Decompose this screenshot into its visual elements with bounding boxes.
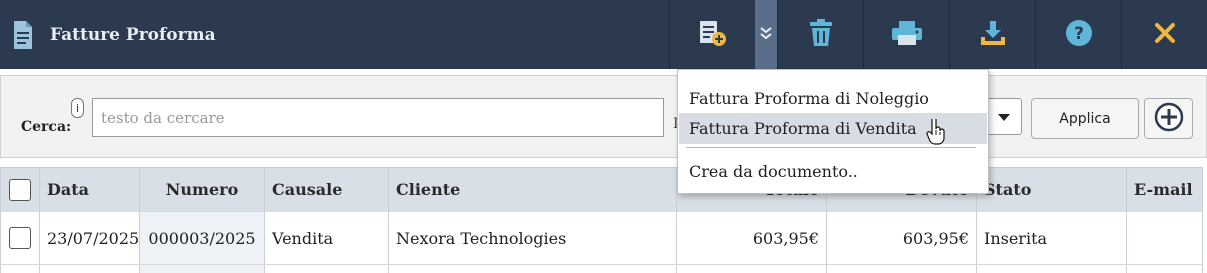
column-header-cliente[interactable]: Cliente — [389, 168, 677, 211]
expand-menu-button[interactable] — [755, 0, 778, 69]
download-button[interactable] — [949, 0, 1035, 69]
new-document-button[interactable] — [669, 0, 755, 69]
cell-causale: Vendita — [265, 212, 389, 264]
print-button[interactable] — [863, 0, 949, 69]
table-row-partial — [0, 265, 1203, 273]
hand-cursor-icon — [926, 117, 946, 149]
partial-cell — [677, 265, 827, 273]
table-row[interactable]: 23/07/2025 000003/2025 Vendita Nexora Te… — [0, 212, 1203, 265]
download-icon — [979, 19, 1007, 51]
help-button[interactable]: ? — [1035, 0, 1121, 69]
add-filter-button[interactable] — [1144, 98, 1193, 139]
partial-cell — [265, 265, 389, 273]
row-select-cell — [0, 212, 40, 264]
select-all-checkbox[interactable] — [9, 178, 31, 201]
help-icon: ? — [1065, 19, 1093, 51]
partial-cell — [389, 265, 677, 273]
cell-stato: Inserita — [977, 212, 1127, 264]
cell-totale: 603,95€ — [677, 212, 827, 264]
filter-select-button[interactable] — [986, 98, 1022, 135]
partial-cell — [977, 265, 1127, 273]
caret-down-icon — [998, 107, 1010, 126]
print-icon — [891, 20, 923, 50]
partial-cell — [0, 265, 40, 273]
column-header-email[interactable]: E-mail — [1127, 168, 1203, 211]
delete-button[interactable] — [777, 0, 863, 69]
info-badge[interactable]: i — [71, 98, 84, 118]
column-header-data[interactable]: Data — [40, 168, 140, 211]
svg-text:?: ? — [1074, 24, 1084, 44]
table-header: Data Numero Causale Cliente Totale Dovut… — [0, 167, 1203, 212]
top-toolbar: Fatture Proforma ? — [0, 0, 1207, 69]
search-label: Cerca: — [21, 119, 72, 135]
column-header-causale[interactable]: Causale — [265, 168, 389, 211]
expand-chevrons-icon — [759, 25, 773, 45]
trash-icon — [808, 18, 834, 51]
select-all-cell — [0, 168, 40, 211]
apply-button[interactable]: Applica — [1031, 98, 1139, 139]
column-header-stato[interactable]: Stato — [977, 168, 1127, 211]
cell-dovuto: 603,95€ — [827, 212, 977, 264]
close-icon — [1154, 22, 1176, 48]
page-title: Fatture Proforma — [50, 24, 216, 45]
document-icon — [11, 19, 35, 51]
menu-item-noleggio[interactable]: Fattura Proforma di Noleggio — [679, 83, 987, 114]
partial-cell — [827, 265, 977, 273]
invoices-table: Data Numero Causale Cliente Totale Dovut… — [0, 167, 1203, 273]
search-input[interactable] — [92, 98, 664, 137]
menu-item-crea-da-documento[interactable]: Crea da documento.. — [679, 156, 987, 187]
close-button[interactable] — [1121, 0, 1207, 69]
cell-email — [1127, 212, 1203, 264]
partial-cell — [140, 265, 265, 273]
new-document-icon — [698, 19, 728, 51]
cell-data: 23/07/2025 — [40, 212, 140, 264]
search-panel: i Cerca: I Applica — [0, 75, 1207, 158]
column-header-numero[interactable]: Numero — [140, 168, 265, 211]
row-checkbox[interactable] — [9, 227, 31, 249]
partial-cell — [1127, 265, 1203, 273]
plus-circle-icon — [1154, 102, 1184, 136]
partial-cell — [40, 265, 140, 273]
cell-numero: 000003/2025 — [140, 212, 265, 264]
cell-cliente: Nexora Technologies — [389, 212, 677, 264]
title-area: Fatture Proforma — [0, 0, 669, 69]
